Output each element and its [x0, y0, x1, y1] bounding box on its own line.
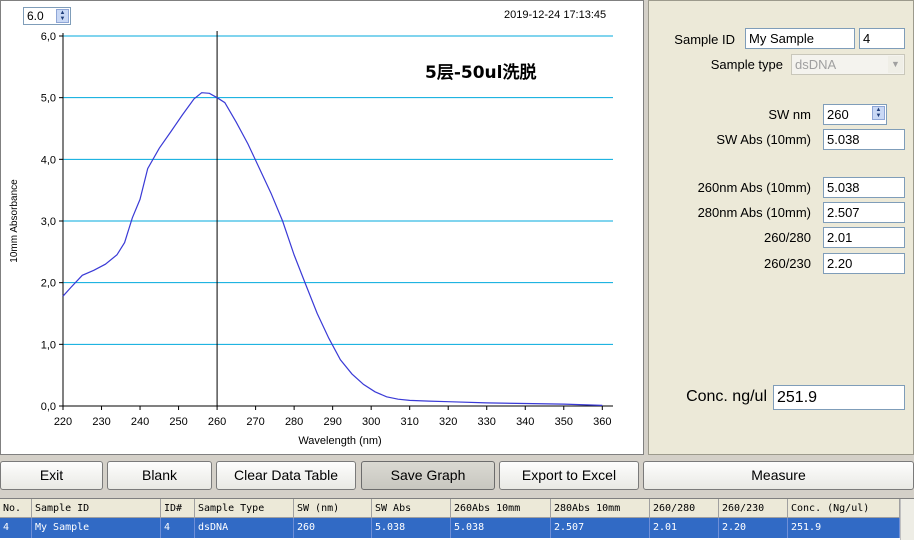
sample-type-select[interactable]: dsDNA ▼ — [791, 54, 905, 75]
chart-annotation: 5层-50ul洗脱 — [425, 62, 536, 83]
abs260-label: 260nm Abs (10mm) — [697, 180, 811, 195]
col-header-sw-nm[interactable]: SW (nm) — [294, 499, 372, 518]
cell-260-280: 2.01 — [650, 518, 719, 538]
x-tick-label: 300 — [362, 416, 380, 428]
sample-id-label: Sample ID — [674, 32, 735, 47]
cell-no: 4 — [0, 518, 32, 538]
export-to-excel-button[interactable]: Export to Excel — [499, 461, 639, 490]
x-tick-label: 250 — [169, 416, 187, 428]
cell-id-number: 4 — [161, 518, 195, 538]
x-tick-label: 270 — [246, 416, 264, 428]
y-tick-label: 2,0 — [41, 278, 56, 290]
measure-button[interactable]: Measure — [643, 461, 914, 490]
spin-arrows-icon[interactable]: ▲ ▼ — [872, 106, 885, 120]
col-header-id-number[interactable]: ID# — [161, 499, 195, 518]
ratio-260-280-field: 2.01 — [823, 227, 905, 248]
y-tick-label: 0,0 — [41, 401, 56, 413]
y-tick-label: 5,0 — [41, 93, 56, 105]
x-tick-label: 310 — [401, 416, 419, 428]
spin-arrows-icon[interactable]: ▲ ▼ — [56, 9, 69, 23]
sw-nm-value: 260 — [827, 107, 849, 122]
col-header-sample-id[interactable]: Sample ID — [32, 499, 161, 518]
abs280-field: 2.507 — [823, 202, 905, 223]
cell-conc: 251.9 — [788, 518, 900, 538]
x-tick-label: 260 — [208, 416, 226, 428]
ratio-260-230-label: 260/230 — [764, 256, 811, 271]
sw-abs-field: 5.038 — [823, 129, 905, 150]
y-axis-label: 10mm Absorbance — [9, 179, 20, 263]
ratio-260-280-label: 260/280 — [764, 230, 811, 245]
timestamp: 2019-12-24 17:13:45 — [504, 9, 607, 21]
exit-button[interactable]: Exit — [0, 461, 103, 490]
absorbance-curve — [62, 92, 603, 406]
col-header-sw-abs[interactable]: SW Abs — [372, 499, 451, 518]
x-tick-label: 240 — [131, 416, 149, 428]
sw-nm-label: SW nm — [768, 107, 811, 122]
cell-sw-nm: 260 — [294, 518, 372, 538]
x-tick-label: 290 — [323, 416, 341, 428]
y-max-value: 6.0 — [27, 9, 44, 23]
col-header-260abs[interactable]: 260Abs 10mm — [451, 499, 551, 518]
col-header-260-230[interactable]: 260/230 — [719, 499, 788, 518]
col-header-no[interactable]: No. — [0, 499, 32, 518]
x-tick-label: 350 — [555, 416, 573, 428]
chevron-down-icon: ▼ — [888, 56, 903, 73]
abs280-label: 280nm Abs (10mm) — [697, 205, 811, 220]
cell-280abs: 2.507 — [551, 518, 650, 538]
clear-data-table-button[interactable]: Clear Data Table — [216, 461, 356, 490]
toolbar: Exit Blank Clear Data Table Save Graph E… — [0, 458, 914, 492]
sw-nm-spinner[interactable]: 260 ▲ ▼ — [823, 104, 887, 125]
sample-id-number-input[interactable]: 4 — [859, 28, 905, 49]
y-tick-label: 4,0 — [41, 154, 56, 166]
x-tick-label: 330 — [478, 416, 496, 428]
col-header-280abs[interactable]: 280Abs 10mm — [551, 499, 650, 518]
cell-260abs: 5.038 — [451, 518, 551, 538]
cell-sample-id: My Sample — [32, 518, 161, 538]
conc-field: 251.9 — [773, 385, 905, 410]
x-tick-label: 230 — [92, 416, 110, 428]
y-tick-label: 6,0 — [41, 31, 56, 43]
save-graph-button[interactable]: Save Graph — [361, 461, 495, 490]
spectrum-chart: 0,0 1,0 2,0 3,0 4,0 5,0 6,0 220 230 240 250 260 270 2… — [9, 31, 613, 447]
sample-type-value: dsDNA — [795, 57, 837, 72]
ratio-260-230-field: 2.20 — [823, 253, 905, 274]
col-header-260-280[interactable]: 260/280 — [650, 499, 719, 518]
table-row[interactable]: 4 My Sample 4 dsDNA 260 5.038 5.038 2.50… — [0, 518, 900, 538]
x-tick-label: 360 — [593, 416, 611, 428]
col-header-sample-type[interactable]: Sample Type — [195, 499, 294, 518]
sample-type-label: Sample type — [710, 57, 783, 72]
cell-sample-type: dsDNA — [195, 518, 294, 538]
table-scrollbar[interactable] — [900, 499, 914, 540]
blank-button[interactable]: Blank — [107, 461, 212, 490]
y-tick-label: 3,0 — [41, 216, 56, 228]
cell-sw-abs: 5.038 — [372, 518, 451, 538]
abs260-field: 5.038 — [823, 177, 905, 198]
sw-abs-label: SW Abs (10mm) — [716, 132, 811, 147]
col-header-conc[interactable]: Conc. (Ng/ul) — [788, 499, 900, 518]
results-table: No. Sample ID ID# Sample Type SW (nm) SW… — [0, 498, 914, 540]
conc-label: Conc. ng/ul — [686, 388, 767, 405]
x-tick-label: 320 — [439, 416, 457, 428]
sample-id-input[interactable]: My Sample — [745, 28, 855, 49]
x-axis-label: Wavelength (nm) — [298, 435, 381, 447]
spectrum-chart-panel: 0,0 1,0 2,0 3,0 4,0 5,0 6,0 220 230 240 250 260 270 2… — [0, 0, 644, 455]
y-tick-label: 1,0 — [41, 339, 56, 351]
sample-info-panel: Sample ID My Sample 4 Sample type dsDNA … — [648, 0, 914, 455]
x-tick-label: 340 — [516, 416, 534, 428]
cell-260-230: 2.20 — [719, 518, 788, 538]
y-max-spinner[interactable]: 6.0 ▲ ▼ — [23, 7, 71, 25]
x-tick-label: 220 — [54, 416, 72, 428]
x-tick-label: 280 — [285, 416, 303, 428]
